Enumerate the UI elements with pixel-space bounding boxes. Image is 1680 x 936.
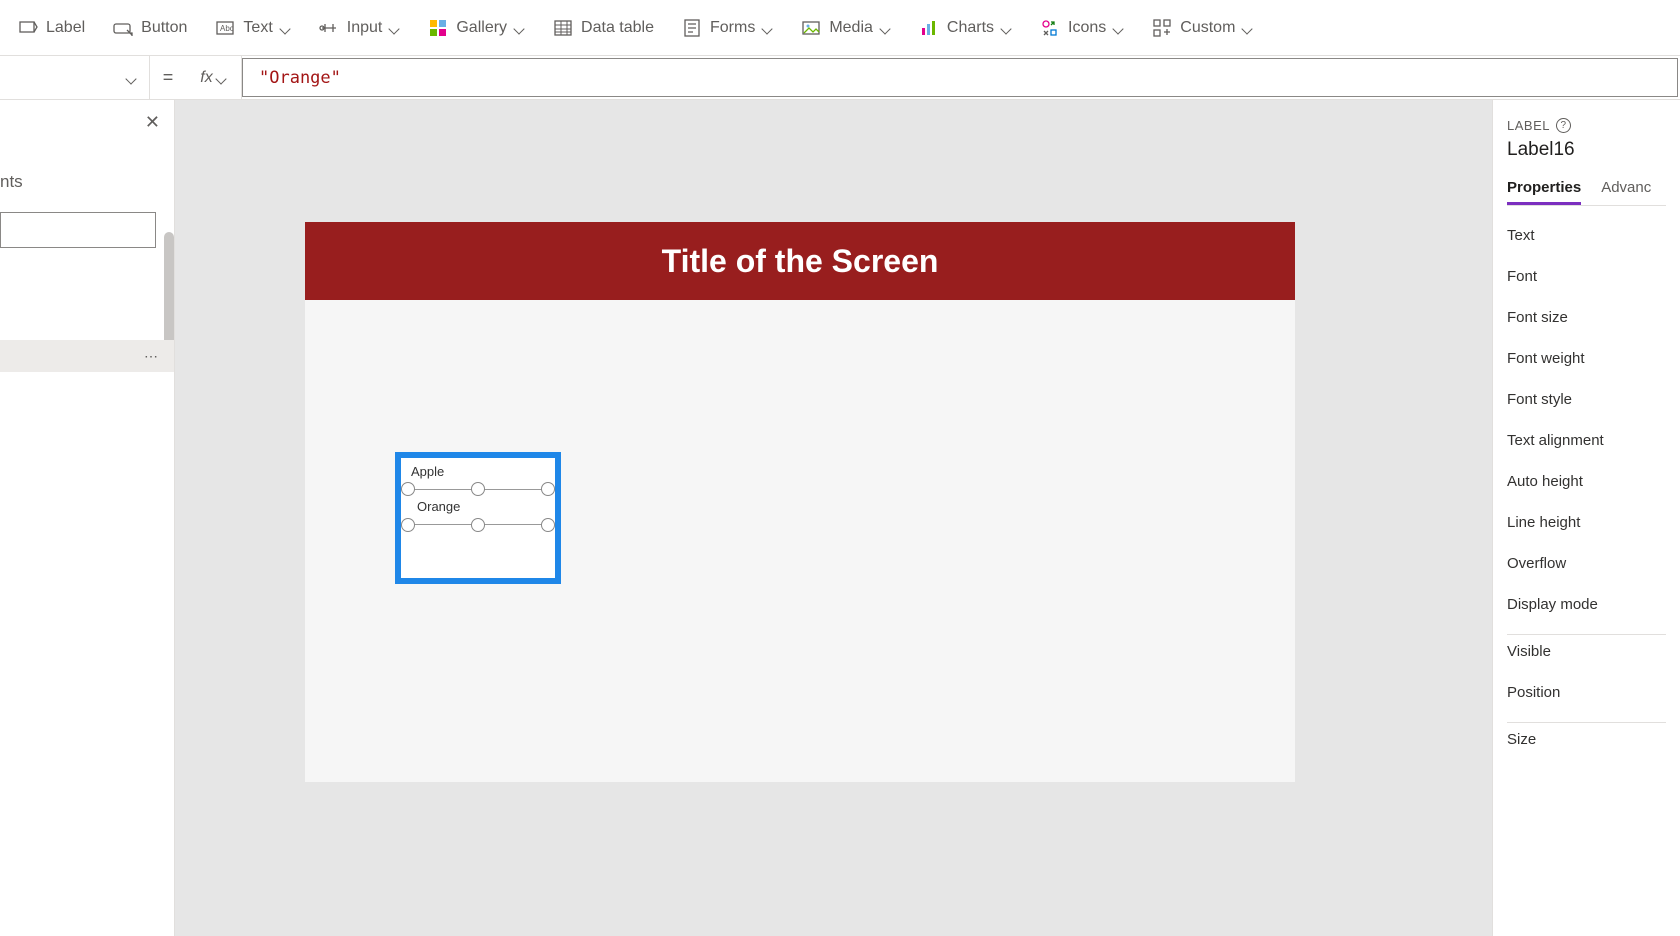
resize-handle[interactable]	[401, 518, 415, 532]
label-icon	[18, 18, 38, 38]
ribbon-datatable[interactable]: Data table	[541, 12, 666, 44]
tree-selected-row[interactable]: ⋯	[0, 340, 174, 372]
custom-icon	[1152, 18, 1172, 38]
prop-fontweight[interactable]: Font weight	[1507, 339, 1666, 378]
media-icon	[801, 18, 821, 38]
prop-textalignment[interactable]: Text alignment	[1507, 421, 1666, 460]
gallery-item-2: Orange	[417, 499, 460, 514]
prop-font[interactable]: Font	[1507, 257, 1666, 296]
ribbon-custom-label: Custom	[1180, 19, 1235, 37]
datatable-icon	[553, 18, 573, 38]
property-selector[interactable]	[0, 56, 150, 99]
prop-size[interactable]: Size	[1507, 722, 1666, 759]
input-icon	[319, 18, 339, 38]
formula-value: "Orange"	[259, 68, 341, 88]
control-type-label: LABEL	[1507, 118, 1550, 133]
gallery-control[interactable]: Apple Orange	[395, 452, 561, 584]
equals-sign: =	[150, 56, 186, 99]
prop-autoheight[interactable]: Auto height	[1507, 462, 1666, 501]
ribbon-forms[interactable]: Forms	[670, 12, 785, 44]
prop-visible[interactable]: Visible	[1507, 634, 1666, 671]
prop-displaymode[interactable]: Display mode	[1507, 585, 1666, 624]
selected-label-control[interactable]: Orange	[407, 489, 549, 525]
screen-title[interactable]: Title of the Screen	[305, 222, 1295, 300]
button-icon	[113, 18, 133, 38]
fx-button[interactable]: fx	[186, 56, 242, 99]
app-canvas[interactable]: Title of the Screen Apple Orange	[305, 222, 1295, 782]
formula-input[interactable]: "Orange"	[242, 58, 1678, 97]
ribbon-label[interactable]: Label	[6, 12, 97, 44]
ribbon-charts[interactable]: Charts	[907, 12, 1024, 44]
resize-handle[interactable]	[541, 482, 555, 496]
ribbon-icons[interactable]: Icons	[1028, 12, 1136, 44]
ribbon-label-text: Label	[46, 19, 85, 37]
charts-icon	[919, 18, 939, 38]
svg-text:Abc: Abc	[220, 24, 234, 33]
resize-handle[interactable]	[471, 482, 485, 496]
gallery-icon	[428, 18, 448, 38]
tree-view-panel: ✕ nts ⋯	[0, 100, 175, 936]
chevron-down-icon	[1002, 23, 1012, 33]
ribbon-text[interactable]: Abc Text	[203, 12, 302, 44]
ribbon-gallery-label: Gallery	[456, 19, 507, 37]
gallery-item-1[interactable]: Apple	[401, 458, 555, 485]
ribbon-media[interactable]: Media	[789, 12, 903, 44]
ribbon-input[interactable]: Input	[307, 12, 413, 44]
ribbon-forms-label: Forms	[710, 19, 755, 37]
chevron-down-icon	[515, 23, 525, 33]
help-icon[interactable]: ?	[1556, 118, 1571, 133]
prop-fontstyle[interactable]: Font style	[1507, 380, 1666, 419]
properties-tabs: Properties Advanc	[1507, 173, 1666, 206]
prop-overflow[interactable]: Overflow	[1507, 544, 1666, 583]
tree-search-input[interactable]	[0, 212, 156, 248]
ribbon-button[interactable]: Button	[101, 12, 199, 44]
forms-icon	[682, 18, 702, 38]
ribbon-input-label: Input	[347, 19, 383, 37]
chevron-down-icon	[1114, 23, 1124, 33]
tab-properties[interactable]: Properties	[1507, 173, 1581, 205]
ribbon-media-label: Media	[829, 19, 873, 37]
resize-handle[interactable]	[541, 518, 555, 532]
ribbon-charts-label: Charts	[947, 19, 994, 37]
control-name: Label16	[1507, 139, 1666, 161]
chevron-down-icon	[1243, 23, 1253, 33]
prop-text[interactable]: Text	[1507, 216, 1666, 255]
chevron-down-icon	[881, 23, 891, 33]
chevron-down-icon	[217, 73, 227, 83]
main-area: ✕ nts ⋯ Title of the Screen Apple Orange	[0, 100, 1680, 936]
text-icon: Abc	[215, 18, 235, 38]
ribbon-button-text: Button	[141, 19, 187, 37]
chevron-down-icon	[390, 23, 400, 33]
resize-handle[interactable]	[401, 482, 415, 496]
formula-bar: = fx "Orange"	[0, 56, 1680, 100]
ribbon-text-label: Text	[243, 19, 272, 37]
icons-icon	[1040, 18, 1060, 38]
more-icon[interactable]: ⋯	[144, 348, 160, 365]
chevron-down-icon	[127, 73, 137, 83]
properties-header: LABEL ?	[1507, 118, 1666, 133]
chevron-down-icon	[763, 23, 773, 33]
resize-handle[interactable]	[471, 518, 485, 532]
tab-advanced[interactable]: Advanc	[1601, 173, 1651, 205]
ribbon-gallery[interactable]: Gallery	[416, 12, 537, 44]
ribbon-datatable-label: Data table	[581, 19, 654, 37]
fx-label: fx	[200, 69, 212, 87]
ribbon-icons-label: Icons	[1068, 19, 1106, 37]
properties-panel: LABEL ? Label16 Properties Advanc Text F…	[1492, 100, 1680, 936]
insert-ribbon: Label Button Abc Text Input Gallery Data…	[0, 0, 1680, 56]
prop-fontsize[interactable]: Font size	[1507, 298, 1666, 337]
tree-subtitle: nts	[0, 172, 23, 192]
canvas-wrapper: Title of the Screen Apple Orange	[175, 100, 1492, 936]
chevron-down-icon	[281, 23, 291, 33]
ribbon-custom[interactable]: Custom	[1140, 12, 1265, 44]
prop-lineheight[interactable]: Line height	[1507, 503, 1666, 542]
close-icon[interactable]: ✕	[145, 112, 160, 133]
prop-position[interactable]: Position	[1507, 673, 1666, 712]
